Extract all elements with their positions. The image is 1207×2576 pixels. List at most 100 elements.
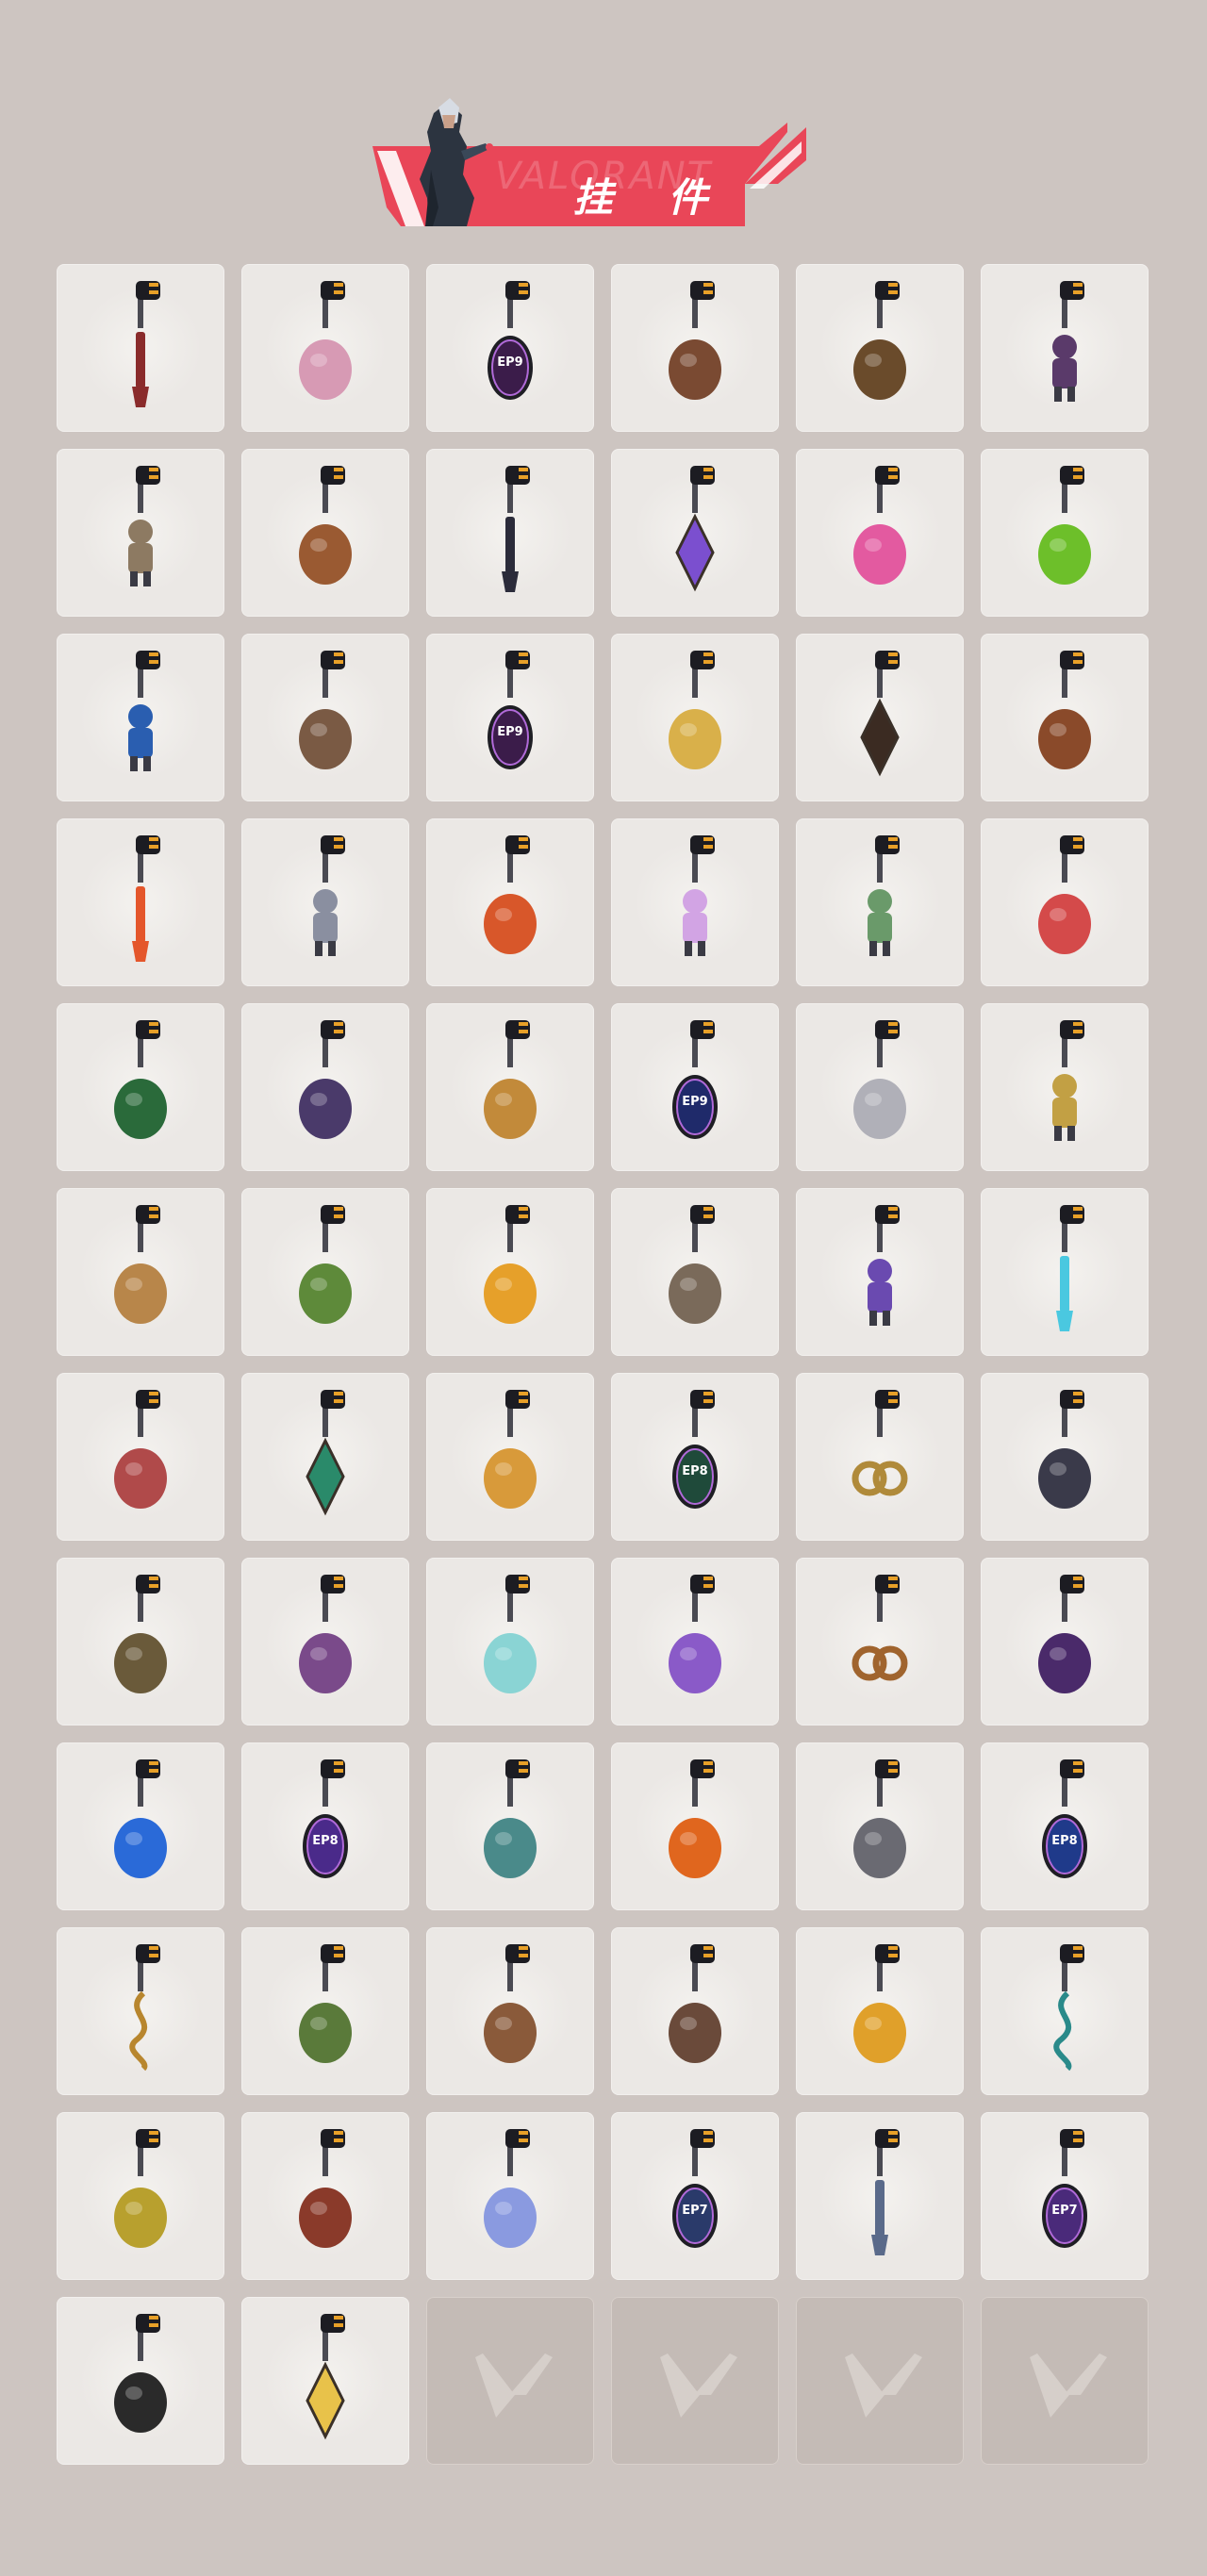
ep7-medal-buddy-icon: EP7 xyxy=(1042,2129,1087,2248)
valorant-logo-placeholder-icon xyxy=(475,2353,553,2418)
buddy-tile[interactable] xyxy=(241,1373,409,1541)
buddy-tile[interactable] xyxy=(241,634,409,801)
buddy-tile[interactable] xyxy=(611,1742,779,1910)
buddy-tile[interactable]: EP9 xyxy=(426,264,594,432)
buddy-tile[interactable] xyxy=(796,449,964,617)
flame-torch-buddy-icon xyxy=(484,1205,537,1324)
soda-can-buddy-icon xyxy=(114,1020,167,1139)
svg-text:EP7: EP7 xyxy=(1051,2204,1077,2218)
buddy-tile[interactable] xyxy=(57,1188,224,1356)
svg-text:EP8: EP8 xyxy=(682,1464,707,1478)
message-bottle-buddy-icon xyxy=(114,1575,167,1693)
buddy-tile[interactable] xyxy=(426,1927,594,2095)
empty-slot xyxy=(426,2297,594,2465)
ep8-medal-buddy-icon: EP8 xyxy=(303,1759,348,1878)
beehive-buddy-icon xyxy=(484,1020,537,1139)
treble-clef-buddy-icon xyxy=(129,1944,160,2072)
star-egg-buddy-icon xyxy=(306,2314,345,2440)
buddy-tile[interactable] xyxy=(981,1558,1149,1726)
valorant-logo-placeholder-icon xyxy=(845,2353,922,2418)
buddy-tile[interactable] xyxy=(426,1558,594,1726)
buddy-tile[interactable] xyxy=(611,264,779,432)
buddy-tile[interactable] xyxy=(241,264,409,432)
crystal-buddy-icon xyxy=(675,466,715,592)
buddy-tile[interactable] xyxy=(57,449,224,617)
ep9-medal-buddy-icon: EP9 xyxy=(488,651,533,769)
buddy-tile[interactable] xyxy=(241,2297,409,2465)
agent-chibi-buddy-icon xyxy=(313,835,345,956)
buddy-tile[interactable] xyxy=(981,264,1149,432)
buddy-tile[interactable] xyxy=(611,1188,779,1356)
buddy-tile[interactable] xyxy=(611,818,779,986)
buddy-tile[interactable] xyxy=(241,449,409,617)
buddy-tile[interactable]: EP9 xyxy=(611,1003,779,1171)
buddy-tile[interactable] xyxy=(981,449,1149,617)
samurai-mech-buddy-icon xyxy=(868,1205,900,1326)
buddy-tile[interactable] xyxy=(796,818,964,986)
buddy-tile[interactable] xyxy=(426,2112,594,2280)
buddy-tile[interactable] xyxy=(796,1558,964,1726)
buddy-tile[interactable] xyxy=(241,2112,409,2280)
buddy-tile[interactable] xyxy=(796,1742,964,1910)
energy-sword-buddy-icon xyxy=(1056,1205,1084,1331)
buddy-tile[interactable] xyxy=(241,1188,409,1356)
buddy-tile[interactable] xyxy=(426,1003,594,1171)
cowboy-figure-buddy-icon xyxy=(128,466,160,586)
buddy-tile[interactable] xyxy=(981,1373,1149,1541)
buddy-tile[interactable] xyxy=(796,264,964,432)
buddy-tile[interactable]: EP8 xyxy=(981,1742,1149,1910)
snowflake-buddy-icon xyxy=(484,2129,537,2248)
lotus-flame-buddy-icon xyxy=(669,1575,721,1693)
buddy-tile[interactable] xyxy=(981,634,1149,801)
buddy-tile[interactable] xyxy=(57,634,224,801)
buddy-tile[interactable] xyxy=(57,1373,224,1541)
buddy-tile[interactable] xyxy=(57,1742,224,1910)
buddy-tile[interactable] xyxy=(57,264,224,432)
buddy-tile[interactable] xyxy=(57,1003,224,1171)
buddy-tile[interactable] xyxy=(241,1003,409,1171)
svg-text:EP8: EP8 xyxy=(1051,1834,1077,1848)
buddy-tile[interactable] xyxy=(426,449,594,617)
buddy-tile[interactable] xyxy=(241,1558,409,1726)
octopus-buddy-icon xyxy=(114,1390,167,1509)
buddy-tile[interactable] xyxy=(981,1003,1149,1171)
buddy-tile[interactable] xyxy=(57,2112,224,2280)
buddy-tile[interactable] xyxy=(57,818,224,986)
buddy-tile[interactable] xyxy=(796,1188,964,1356)
cheese-buddy-icon xyxy=(669,651,721,769)
buddy-tile[interactable] xyxy=(796,1373,964,1541)
buddy-tile[interactable] xyxy=(57,2297,224,2465)
buddy-tile[interactable]: EP9 xyxy=(426,634,594,801)
buddy-tile[interactable]: EP7 xyxy=(611,2112,779,2280)
buddy-tile[interactable] xyxy=(981,1927,1149,2095)
pager-buddy-icon xyxy=(1038,466,1091,585)
buddy-tile[interactable] xyxy=(981,818,1149,986)
buddy-tile[interactable] xyxy=(57,1558,224,1726)
buddy-tile[interactable] xyxy=(426,1188,594,1356)
buddy-tile[interactable] xyxy=(426,1373,594,1541)
buddy-tile[interactable] xyxy=(57,1927,224,2095)
green-robot-buddy-icon xyxy=(868,835,900,956)
buddy-tile[interactable] xyxy=(796,1927,964,2095)
buddy-tile[interactable] xyxy=(426,1742,594,1910)
empty-slot xyxy=(796,2297,964,2465)
buddy-tile[interactable] xyxy=(796,1003,964,1171)
buddy-tile[interactable] xyxy=(611,1558,779,1726)
turret-buddy-icon xyxy=(853,281,906,400)
buddy-tile[interactable] xyxy=(981,1188,1149,1356)
buddy-tile[interactable]: EP8 xyxy=(611,1373,779,1541)
buddy-tile[interactable] xyxy=(611,449,779,617)
buddy-tile[interactable] xyxy=(796,2112,964,2280)
sloth-buddy-icon xyxy=(114,1205,167,1324)
buddy-tile[interactable] xyxy=(796,634,964,801)
buddy-tile[interactable] xyxy=(611,1927,779,2095)
popsicle-buddy-icon xyxy=(1038,651,1091,769)
header-banner: VALORANT 挂 件 xyxy=(372,94,816,245)
valorant-logo-placeholder-icon xyxy=(660,2353,737,2418)
buddy-tile[interactable]: EP8 xyxy=(241,1742,409,1910)
buddy-tile[interactable] xyxy=(426,818,594,986)
buddy-tile[interactable] xyxy=(241,818,409,986)
buddy-tile[interactable] xyxy=(611,634,779,801)
buddy-tile[interactable] xyxy=(241,1927,409,2095)
buddy-tile[interactable]: EP7 xyxy=(981,2112,1149,2280)
